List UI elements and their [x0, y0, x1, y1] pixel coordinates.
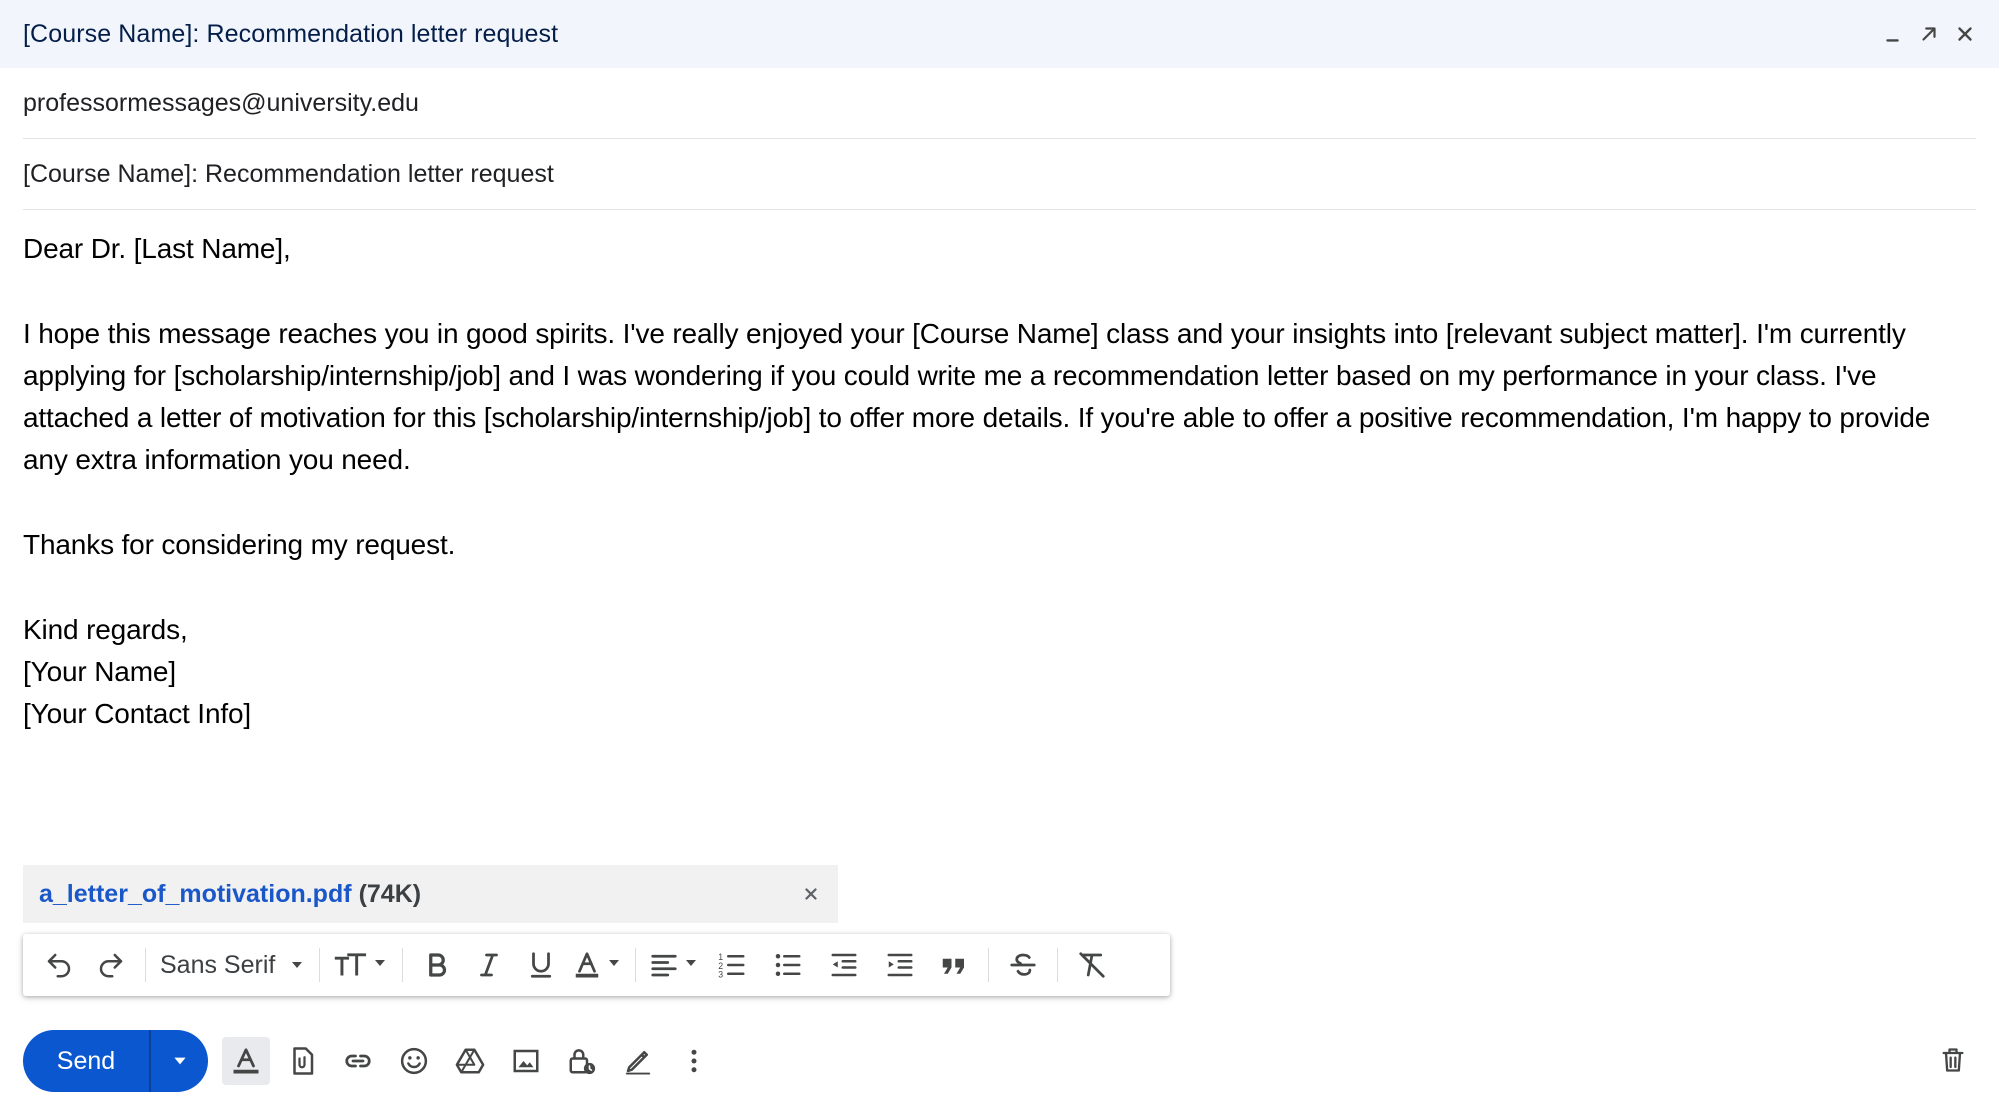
- subject-field[interactable]: [Course Name]: Recommendation letter req…: [23, 139, 1976, 210]
- close-icon: [1958, 27, 1972, 41]
- minimize-icon: [1886, 39, 1899, 42]
- bold-button[interactable]: [411, 943, 463, 987]
- italic-icon: [480, 953, 499, 977]
- bold-icon: [429, 953, 447, 977]
- strikethrough-button[interactable]: [997, 943, 1049, 987]
- recipient-address: professormessages@university.edu: [23, 88, 419, 117]
- redo-icon: [99, 953, 123, 978]
- toolbar-divider: [1057, 948, 1059, 982]
- remove-attachment-button[interactable]: [796, 879, 826, 909]
- compose-title: [Course Name]: Recommendation letter req…: [23, 19, 559, 48]
- send-button-group: Send: [23, 1030, 208, 1092]
- body-thanks: Thanks for considering my request.: [23, 529, 456, 561]
- subject-value: [Course Name]: Recommendation letter req…: [23, 159, 554, 188]
- font-size-button[interactable]: [328, 943, 394, 987]
- toolbar-divider: [319, 948, 321, 982]
- confidential-mode-button[interactable]: [558, 1037, 606, 1085]
- minimize-button[interactable]: [1881, 16, 1905, 52]
- insert-from-drive-button[interactable]: [446, 1037, 494, 1085]
- underline-icon: [531, 952, 552, 978]
- message-body[interactable]: Dear Dr. [Last Name], I hope this messag…: [23, 228, 1978, 736]
- remove-formatting-button[interactable]: [1066, 943, 1118, 987]
- chevron-down-icon: [289, 951, 305, 980]
- formatting-options-button[interactable]: [222, 1037, 270, 1085]
- toolbar-divider: [145, 948, 146, 982]
- confidential-mode-icon: [569, 1049, 596, 1075]
- to-field[interactable]: professormessages@university.edu: [23, 68, 1976, 139]
- indent-more-icon: [887, 953, 913, 977]
- font-family-select[interactable]: Sans Serif: [154, 943, 311, 987]
- body-closing: Kind regards,: [23, 613, 188, 645]
- body-paragraph: I hope this message reaches you in good …: [23, 317, 1931, 476]
- align-button[interactable]: [644, 943, 704, 987]
- svg-text:3: 3: [719, 970, 724, 980]
- insert-photo-icon: [513, 1049, 539, 1073]
- toolbar-divider: [402, 948, 404, 982]
- indent-less-button[interactable]: [816, 943, 872, 987]
- indent-more-button[interactable]: [872, 943, 928, 987]
- body-greeting: Dear Dr. [Last Name],: [23, 233, 291, 264]
- compose-titlebar: [Course Name]: Recommendation letter req…: [0, 0, 1999, 68]
- expand-icon: [1922, 27, 1936, 41]
- underline-button[interactable]: [515, 943, 567, 987]
- chevron-down-icon: [372, 955, 388, 976]
- bulleted-list-button[interactable]: [760, 943, 816, 987]
- font-family-value: Sans Serif: [160, 950, 276, 979]
- attachment-size: (74K): [358, 879, 422, 908]
- insert-link-button[interactable]: [334, 1037, 382, 1085]
- attachment-filename[interactable]: a_letter_of_motivation.pdf: [39, 880, 352, 909]
- numbered-list-icon: 123: [719, 952, 745, 980]
- window-controls: [1881, 16, 1977, 52]
- toolbar-divider: [635, 948, 637, 982]
- insert-signature-button[interactable]: [614, 1037, 662, 1085]
- drive-icon: [455, 1048, 485, 1074]
- body-contact: [Your Contact Info]: [23, 698, 252, 730]
- attachment-chip[interactable]: a_letter_of_motivation.pdf (74K): [23, 865, 838, 923]
- more-options-button[interactable]: [670, 1037, 718, 1085]
- emoji-icon: [400, 1047, 428, 1075]
- formatting-options-icon: [233, 1048, 259, 1074]
- indent-less-icon: [831, 953, 857, 977]
- signature-icon: [625, 1051, 651, 1075]
- undo-button[interactable]: [33, 943, 85, 987]
- bulleted-list-icon: [776, 954, 801, 976]
- schedule-send-button[interactable]: [151, 1030, 208, 1092]
- formatting-toolbar: Sans Serif 123: [23, 934, 1170, 996]
- insert-photo-button[interactable]: [502, 1037, 550, 1085]
- discard-draft-icon: [1942, 1048, 1964, 1072]
- text-color-button[interactable]: [567, 943, 627, 987]
- compose-actions: [222, 1032, 718, 1090]
- quote-icon: [943, 958, 965, 974]
- align-icon: [651, 954, 677, 977]
- attach-file-button[interactable]: [278, 1037, 326, 1085]
- font-size-icon: [335, 953, 367, 976]
- numbered-list-button[interactable]: 123: [704, 943, 760, 987]
- attach-file-icon: [293, 1047, 314, 1075]
- undo-icon: [47, 953, 71, 978]
- insert-link-icon: [345, 1054, 371, 1068]
- strikethrough-icon: [1010, 953, 1036, 976]
- close-icon: [805, 888, 817, 900]
- send-button[interactable]: Send: [23, 1030, 149, 1092]
- chevron-down-icon: [606, 955, 622, 976]
- chevron-down-icon: [683, 955, 699, 976]
- remove-formatting-icon: [1079, 952, 1105, 978]
- text-color-icon: [576, 952, 599, 978]
- close-button[interactable]: [1953, 16, 1977, 52]
- more-options-icon: [691, 1049, 697, 1073]
- quote-button[interactable]: [928, 943, 980, 987]
- body-name: [Your Name]: [23, 655, 176, 687]
- redo-button[interactable]: [85, 943, 137, 987]
- discard-draft-button[interactable]: [1933, 1040, 1973, 1080]
- full-screen-button[interactable]: [1917, 16, 1941, 52]
- insert-emoji-button[interactable]: [390, 1037, 438, 1085]
- italic-button[interactable]: [463, 943, 515, 987]
- chevron-down-icon: [173, 1057, 186, 1065]
- toolbar-divider: [988, 948, 990, 982]
